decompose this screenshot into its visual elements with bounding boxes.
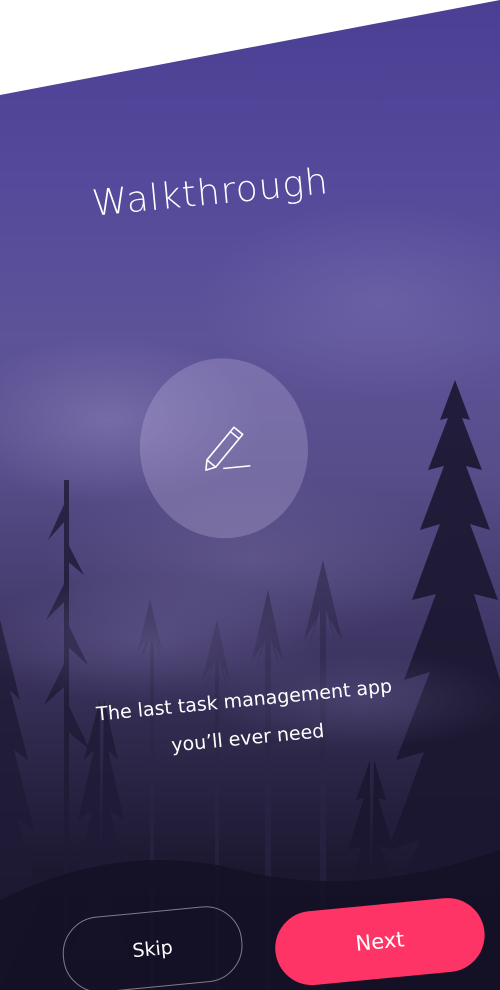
pencil-icon	[205, 426, 251, 471]
page-title: Walkthrough	[90, 161, 331, 225]
skip-button-label: Skip	[131, 936, 174, 963]
stage: Walkthrough The last task management app…	[0, 0, 500, 990]
next-button-label: Next	[354, 927, 406, 956]
tagline: The last task management app you’ll ever…	[78, 666, 414, 773]
skip-button[interactable]: Skip	[59, 902, 246, 990]
pencil-icon-circle	[131, 350, 317, 546]
walkthrough-screen: Walkthrough The last task management app…	[0, 0, 500, 990]
walkthrough-content: Walkthrough The last task management app…	[0, 0, 500, 990]
